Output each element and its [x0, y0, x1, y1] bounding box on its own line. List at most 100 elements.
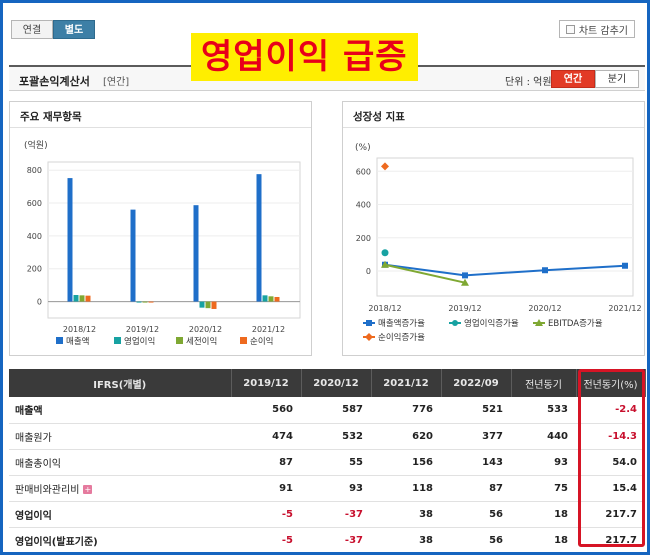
data-point[interactable] — [462, 272, 468, 279]
column-header: IFRS(개별) — [9, 369, 232, 397]
table-cell: 38 — [371, 501, 441, 528]
table-cell: -5 — [231, 501, 301, 528]
row-label: 매출원가 — [9, 423, 231, 450]
bar[interactable] — [274, 296, 280, 302]
legend-label: 매출액증가율 — [378, 318, 425, 329]
data-point[interactable] — [622, 262, 628, 269]
legend-swatch — [56, 337, 63, 344]
period-annual-button[interactable]: 연간 — [551, 70, 595, 88]
statement-type-tabs: 연결 별도 — [11, 20, 95, 39]
y-tick-label: 0 — [37, 298, 42, 307]
growth-panel: 성장성 지표 (%) 0 200 400 600 2018/12 2019/12 2020/1… — [342, 101, 645, 356]
table-cell: 217.7 — [576, 527, 645, 552]
table-cell: -2.4 — [576, 397, 645, 424]
column-header: 2019/12 — [231, 369, 302, 397]
bar[interactable] — [79, 295, 85, 302]
bar[interactable] — [256, 174, 262, 302]
table-cell: -14.3 — [576, 423, 645, 450]
bar[interactable] — [67, 178, 73, 302]
key-financials-chart: (억원) 0 200 400 600 800 2018/12 2019/12 2020/12 20… — [24, 139, 301, 347]
row-label-text: 매출총이익 — [15, 458, 61, 470]
legend-label: 순이익증가율 — [378, 332, 425, 343]
legend-label: 세전이익 — [186, 336, 217, 347]
data-point[interactable] — [381, 249, 389, 257]
bar[interactable] — [193, 205, 199, 302]
bar[interactable] — [142, 301, 148, 303]
table-cell: 75 — [511, 475, 576, 502]
bar[interactable] — [73, 295, 79, 302]
legend-label: 영업이익증가율 — [464, 318, 519, 329]
tab-consolidated[interactable]: 연결 — [11, 20, 53, 39]
section-subtitle: [연간] — [103, 77, 130, 88]
table-cell: 521 — [441, 397, 511, 424]
table-cell: -5 — [231, 527, 301, 552]
y-tick-label: 200 — [27, 265, 42, 274]
table-cell: 54.0 — [576, 449, 645, 476]
bar[interactable] — [268, 296, 274, 302]
y-tick-label: 400 — [356, 201, 371, 210]
hide-chart-button[interactable]: 차트 감추기 — [558, 20, 635, 38]
table-cell: 440 — [511, 423, 576, 450]
table-cell: 143 — [441, 449, 511, 476]
row-label: 영업이익(발표기준) — [9, 527, 231, 552]
period-quarter-button[interactable]: 분기 — [595, 70, 639, 88]
table-row: 영업이익 -5 -37 38 56 18 217.7 — [9, 501, 645, 528]
plot-area — [47, 161, 301, 319]
legend-marker — [452, 320, 458, 326]
bar[interactable] — [136, 301, 142, 303]
data-point[interactable] — [542, 267, 548, 274]
row-label: 판매비와관리비 + — [9, 475, 231, 502]
table-cell: -37 — [301, 527, 371, 552]
row-label-text: 매출원가 — [15, 432, 52, 444]
table-header-row: IFRS(개별) 2019/12 2020/12 2021/12 2022/09… — [9, 369, 646, 397]
bar[interactable] — [211, 301, 217, 309]
table-cell: 217.7 — [576, 501, 645, 528]
table-cell: -37 — [301, 501, 371, 528]
legend-swatch — [240, 337, 247, 344]
table-cell: 532 — [301, 423, 371, 450]
table-cell: 18 — [511, 527, 576, 552]
y-tick-label: 600 — [27, 199, 42, 208]
checkbox-icon[interactable] — [565, 24, 575, 34]
x-tick-label: 2019/12 — [448, 304, 481, 313]
table-cell: 93 — [301, 475, 371, 502]
table-row: 영업이익(발표기준) -5 -37 38 56 18 217.7 — [9, 527, 645, 552]
table-cell: 56 — [441, 501, 511, 528]
table-cell: 560 — [231, 397, 301, 424]
x-tick-label: 2018/12 — [63, 325, 96, 334]
income-statement-table: IFRS(개별) 2019/12 2020/12 2021/12 2022/09… — [9, 369, 646, 552]
column-header: 2021/12 — [371, 369, 442, 397]
table-cell: 15.4 — [576, 475, 645, 502]
bar[interactable] — [262, 295, 268, 302]
column-header: 2022/09 — [441, 369, 512, 397]
expand-plus-icon[interactable]: + — [83, 485, 93, 494]
bar[interactable] — [205, 301, 211, 309]
x-tick-label: 2021/12 — [608, 304, 641, 313]
bar[interactable] — [148, 301, 154, 303]
bar[interactable] — [130, 209, 136, 302]
row-label-text: 영업이익(발표기준) — [15, 536, 98, 548]
legend-swatch — [114, 337, 121, 344]
x-tick-label: 2019/12 — [126, 325, 159, 334]
table-cell: 38 — [371, 527, 441, 552]
key-financials-title: 주요 재무항목 — [10, 102, 311, 128]
section-title: 포괄손익계산서 — [19, 75, 90, 88]
hide-chart-label: 차트 감추기 — [578, 25, 628, 37]
legend-swatch — [176, 337, 183, 344]
row-label: 매출총이익 — [9, 449, 231, 476]
table-cell: 377 — [441, 423, 511, 450]
legend-marker — [365, 333, 373, 341]
x-tick-label: 2020/12 — [528, 304, 561, 313]
bar[interactable] — [199, 301, 205, 308]
x-tick-label: 2018/12 — [368, 304, 401, 313]
table-cell: 118 — [371, 475, 441, 502]
growth-title: 성장성 지표 — [343, 102, 644, 128]
bar[interactable] — [85, 295, 91, 302]
plot-area — [376, 157, 634, 297]
row-label-text: 영업이익 — [15, 510, 52, 522]
tab-separate[interactable]: 별도 — [53, 20, 95, 39]
y-tick-label: 400 — [27, 232, 42, 241]
table-cell: 18 — [511, 501, 576, 528]
legend-label: 매출액 — [66, 336, 89, 347]
row-label-text: 매출액 — [15, 406, 43, 418]
